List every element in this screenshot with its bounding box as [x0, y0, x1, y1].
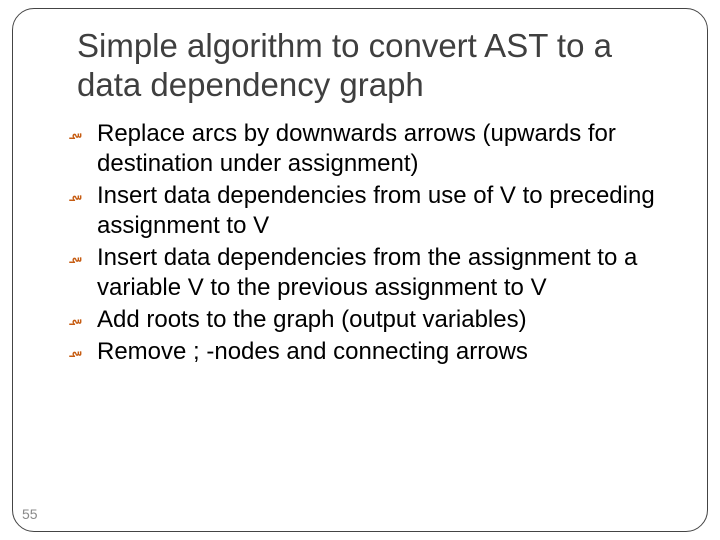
list-item: ؄ Remove ; -nodes and connecting arrows: [69, 337, 671, 367]
slide-frame: Simple algorithm to convert AST to a dat…: [12, 8, 708, 532]
bullet-icon: ؄: [69, 119, 82, 145]
slide-body: ؄ Replace arcs by downwards arrows (upwa…: [69, 119, 671, 367]
list-item-text: Insert data dependencies from the assign…: [97, 244, 637, 301]
list-item-text: Remove ; -nodes and connecting arrows: [97, 338, 528, 365]
bullet-icon: ؄: [69, 305, 82, 331]
list-item: ؄ Insert data dependencies from use of V…: [69, 181, 671, 241]
list-item: ؄ Add roots to the graph (output variabl…: [69, 305, 671, 335]
list-item-text: Add roots to the graph (output variables…: [97, 306, 527, 333]
bullet-icon: ؄: [69, 243, 82, 269]
list-item: ؄ Replace arcs by downwards arrows (upwa…: [69, 119, 671, 179]
slide-title: Simple algorithm to convert AST to a dat…: [77, 27, 679, 105]
list-item: ؄ Insert data dependencies from the assi…: [69, 243, 671, 303]
list-item-text: Insert data dependencies from use of V t…: [97, 182, 655, 239]
page-number: 55: [22, 506, 38, 522]
list-item-text: Replace arcs by downwards arrows (upward…: [97, 120, 616, 177]
slide: Simple algorithm to convert AST to a dat…: [0, 0, 720, 540]
bullet-icon: ؄: [69, 181, 82, 207]
bullet-icon: ؄: [69, 337, 82, 363]
